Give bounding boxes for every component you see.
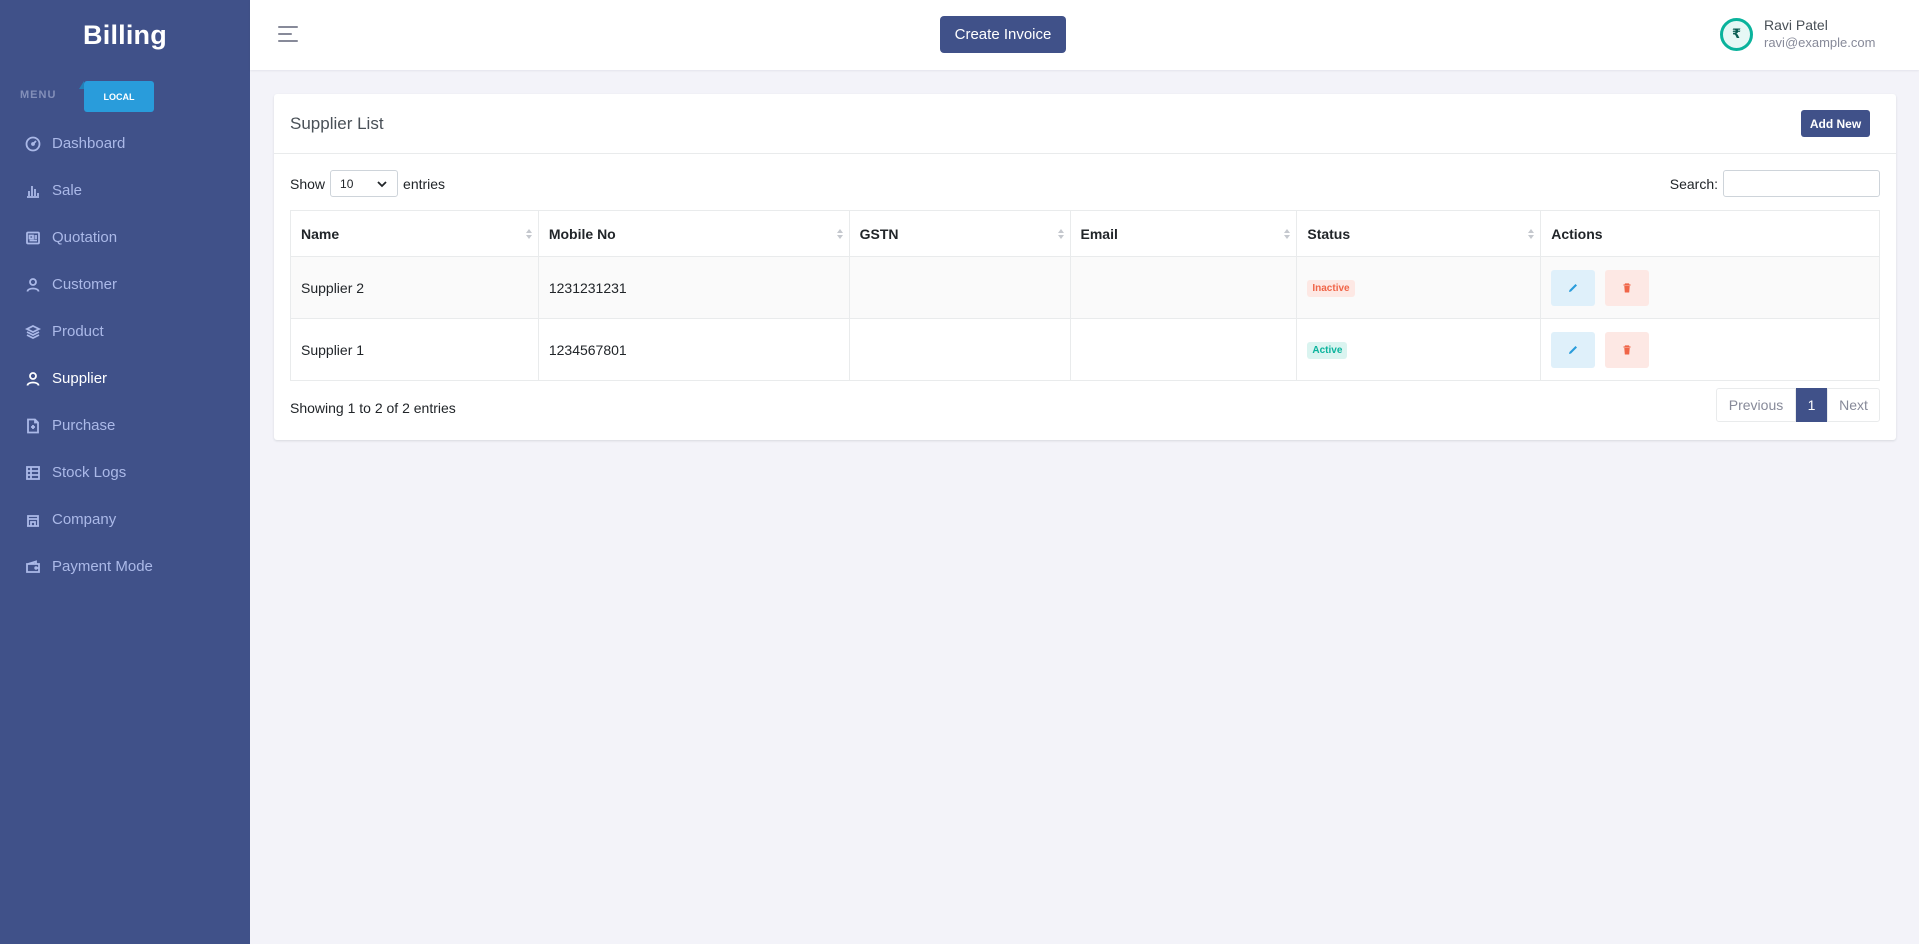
rupee-icon: ₹ — [1731, 26, 1742, 41]
sidebar-item-sale[interactable]: Sale — [0, 167, 250, 214]
sort-icon — [525, 229, 532, 239]
cell-email — [1069, 256, 1298, 319]
page-1-button[interactable]: 1 — [1796, 388, 1827, 422]
cell-name: Supplier 2 — [290, 256, 539, 319]
column-header-email[interactable]: Email — [1069, 210, 1298, 257]
status-badge: Inactive — [1307, 280, 1355, 297]
page-size-select[interactable]: 10 — [330, 170, 399, 197]
sidebar-item-label: Purchase — [52, 417, 116, 434]
sidebar-item-dashboard[interactable]: Dashboard — [0, 120, 250, 167]
sidebar-item-label: Sale — [52, 182, 83, 199]
building-icon — [25, 512, 41, 528]
cell-status: Inactive — [1296, 256, 1542, 319]
add-new-button[interactable]: Add New — [1801, 110, 1870, 137]
page-size-control: Show 10 entries — [290, 170, 445, 197]
pagination: Previous 1 Next — [1716, 388, 1880, 422]
user-email: ravi@example.com — [1764, 35, 1876, 50]
sort-icon — [836, 229, 843, 239]
search-label: Search: — [1669, 175, 1718, 192]
cell-mobile: 1234567801 — [537, 318, 850, 381]
menu-header: MENU LOCAL — [0, 70, 250, 120]
sidebar-item-label: Quotation — [52, 229, 118, 246]
layers-icon — [25, 324, 41, 340]
bar-chart-icon — [25, 183, 41, 199]
delete-button[interactable] — [1605, 331, 1650, 368]
local-badge: LOCAL — [79, 81, 154, 112]
sidebar-item-quotation[interactable]: Quotation — [0, 214, 250, 261]
show-label: Show — [290, 175, 326, 192]
sidebar-item-customer[interactable]: Customer — [0, 261, 250, 308]
sidebar-item-supplier[interactable]: Supplier — [0, 355, 250, 402]
cell-gstn — [848, 256, 1071, 319]
dashboard-icon — [25, 136, 41, 152]
wallet-icon — [25, 559, 41, 575]
table-icon — [25, 465, 41, 481]
cell-actions — [1540, 256, 1880, 319]
menu-toggle-icon[interactable] — [278, 26, 300, 42]
cell-name: Supplier 1 — [290, 318, 539, 381]
sidebar-item-stock-logs[interactable]: Stock Logs — [0, 449, 250, 496]
sidebar: Billing MENU LOCAL Dashboard Sale Quotat… — [0, 0, 250, 944]
edit-button[interactable] — [1551, 269, 1596, 306]
menu-title: MENU — [20, 89, 57, 101]
pencil-icon — [1569, 283, 1578, 292]
topbar: Create Invoice ₹ Ravi Patel ravi@example… — [250, 0, 1919, 70]
card-header: Supplier List Add New — [274, 94, 1896, 154]
table-row: Supplier 1 1234567801 Active — [290, 318, 1880, 381]
newspaper-icon — [25, 230, 41, 246]
create-invoice-button[interactable]: Create Invoice — [940, 16, 1066, 53]
user-icon — [25, 277, 41, 293]
page-title: Supplier List — [290, 114, 384, 133]
delete-button[interactable] — [1605, 269, 1650, 306]
column-header-name[interactable]: Name — [290, 210, 539, 257]
avatar[interactable]: ₹ — [1720, 17, 1753, 51]
cell-actions — [1540, 318, 1880, 381]
chevron-down-icon — [377, 180, 387, 187]
table-header-row: Name Mobile No GSTN Email Status Actions — [290, 210, 1880, 257]
sort-icon — [1528, 229, 1535, 239]
status-badge: Active — [1307, 342, 1348, 359]
next-page-button[interactable]: Next — [1827, 388, 1880, 422]
brand-logo[interactable]: Billing — [0, 0, 250, 70]
sidebar-item-company[interactable]: Company — [0, 496, 250, 543]
user-icon — [25, 371, 41, 387]
sidebar-item-product[interactable]: Product — [0, 308, 250, 355]
user-name: Ravi Patel — [1764, 17, 1828, 33]
column-header-mobile[interactable]: Mobile No — [537, 210, 850, 257]
search-control: Search: — [1670, 170, 1880, 197]
sort-icon — [1057, 229, 1064, 239]
cell-status: Active — [1296, 318, 1542, 381]
trash-icon — [1623, 282, 1631, 292]
sidebar-item-label: Payment Mode — [52, 558, 153, 575]
sidebar-item-label: Company — [52, 511, 117, 528]
sidebar-item-purchase[interactable]: Purchase — [0, 402, 250, 449]
search-input[interactable] — [1723, 170, 1880, 197]
cell-mobile: 1231231231 — [537, 256, 850, 319]
supplier-table: Name Mobile No GSTN Email Status Actions… — [290, 210, 1880, 381]
user-menu[interactable]: ₹ Ravi Patel ravi@example.com — [1720, 16, 1875, 52]
supplier-list-card: Supplier List Add New Show 10 entries Se… — [274, 94, 1896, 440]
table-info: Showing 1 to 2 of 2 entries — [290, 400, 456, 416]
cell-email — [1069, 318, 1298, 381]
page-size-value: 10 — [340, 176, 354, 191]
file-icon — [25, 418, 41, 434]
sidebar-item-label: Stock Logs — [52, 464, 127, 481]
column-header-gstn[interactable]: GSTN — [848, 210, 1071, 257]
sort-icon — [1284, 229, 1291, 239]
column-header-status[interactable]: Status — [1296, 210, 1542, 257]
cell-gstn — [848, 318, 1071, 381]
previous-page-button[interactable]: Previous — [1716, 388, 1796, 422]
sidebar-item-label: Customer — [52, 276, 118, 293]
pencil-icon — [1569, 345, 1578, 354]
table-row: Supplier 2 1231231231 Inactive — [290, 256, 1880, 319]
column-header-actions: Actions — [1540, 210, 1880, 257]
sidebar-item-label: Product — [52, 323, 104, 340]
entries-label: entries — [403, 175, 446, 192]
sidebar-item-label: Supplier — [52, 370, 108, 387]
trash-icon — [1623, 344, 1631, 354]
sidebar-item-payment-mode[interactable]: Payment Mode — [0, 543, 250, 590]
edit-button[interactable] — [1551, 331, 1596, 368]
sidebar-item-label: Dashboard — [52, 135, 126, 152]
